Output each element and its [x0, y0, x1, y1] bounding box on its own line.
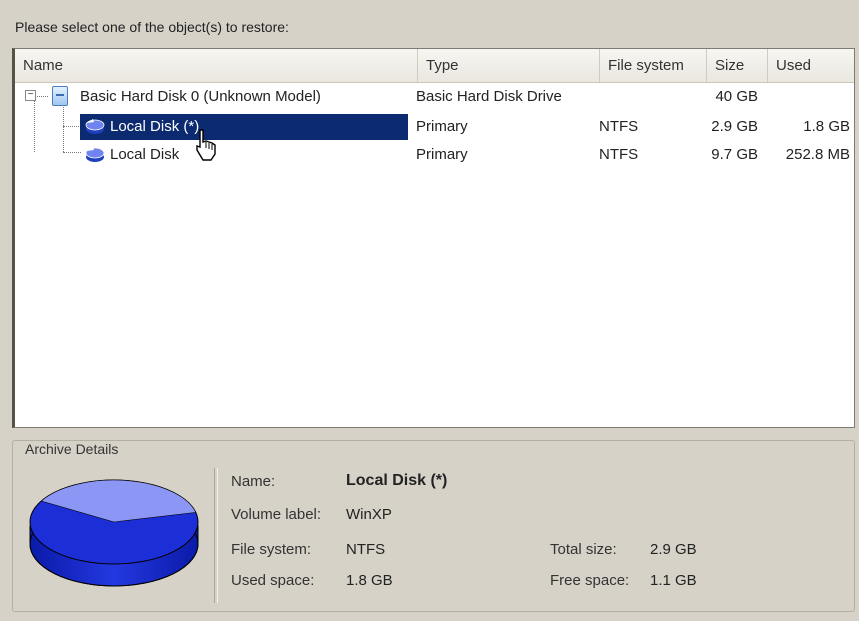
volume-label-label: Volume label:	[231, 506, 322, 523]
column-header-size[interactable]: Size	[707, 49, 768, 82]
row-used: 1.8 GB	[803, 118, 850, 135]
row-type: Primary	[416, 118, 468, 135]
free-space-value: 1.1 GB	[650, 572, 697, 589]
collapse-icon[interactable]: −	[25, 90, 36, 101]
total-size-label: Total size:	[550, 541, 617, 558]
file-system-value: NTFS	[346, 541, 386, 558]
tree-line	[63, 126, 81, 127]
details-divider	[214, 468, 218, 603]
volume-icon	[85, 119, 105, 134]
row-file-system: NTFS	[599, 118, 639, 135]
tree-line	[34, 100, 35, 152]
archive-details-title: Archive Details	[22, 441, 122, 457]
volume-icon	[85, 147, 105, 162]
file-system-label: File system:	[231, 541, 312, 558]
row-type: Basic Hard Disk Drive	[416, 88, 562, 105]
used-space-value: 1.8 GB	[346, 572, 393, 589]
row-used: 252.8 MB	[785, 146, 850, 163]
row-name: Local Disk	[110, 146, 180, 163]
volume-label-value: WinXP	[346, 506, 392, 523]
row-size: 9.7 GB	[711, 146, 758, 163]
hard-disk-icon	[52, 86, 68, 106]
hand-cursor-icon	[196, 129, 216, 161]
column-header-name[interactable]: Name	[15, 49, 418, 82]
row-size: 40 GB	[715, 88, 758, 105]
restore-prompt: Please select one of the object(s) to re…	[15, 19, 289, 35]
row-name: Basic Hard Disk 0 (Unknown Model)	[80, 88, 321, 105]
row-used	[766, 82, 850, 111]
disk-usage-pie-icon	[29, 479, 199, 587]
name-label: Name:	[231, 473, 276, 490]
tree-line	[63, 152, 81, 153]
row-type: Primary	[416, 146, 468, 163]
column-header-used[interactable]: Used	[768, 49, 855, 82]
free-space-label: Free space:	[550, 572, 630, 589]
name-value: Local Disk (*)	[346, 472, 448, 489]
column-header-file-system[interactable]: File system	[600, 49, 707, 82]
tree-line	[34, 96, 48, 97]
row-name: Local Disk (*)	[110, 118, 200, 135]
used-space-label: Used space:	[231, 572, 315, 589]
total-size-value: 2.9 GB	[650, 541, 697, 558]
column-header-type[interactable]: Type	[418, 49, 600, 82]
tree-line	[63, 107, 64, 152]
list-header: Name Type File system Size Used	[15, 49, 854, 83]
row-file-system: NTFS	[599, 146, 639, 163]
row-size: 2.9 GB	[711, 118, 758, 135]
